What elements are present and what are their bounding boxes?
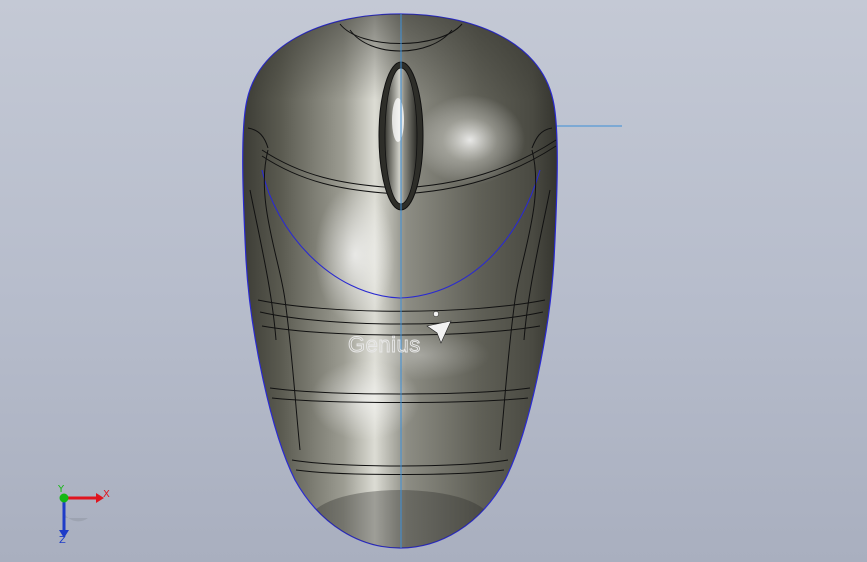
- graphics-viewport[interactable]: Genius X Y Z: [0, 0, 867, 562]
- y-axis-label: Y: [57, 484, 65, 495]
- z-axis-label: Z: [59, 535, 66, 546]
- logo-dot-icon: [433, 311, 439, 317]
- mouse-3d-model[interactable]: Genius X Y Z: [0, 0, 867, 562]
- reference-triad: X Y Z: [57, 484, 110, 546]
- x-axis-label: X: [103, 489, 110, 500]
- brand-text: Genius: [348, 332, 421, 357]
